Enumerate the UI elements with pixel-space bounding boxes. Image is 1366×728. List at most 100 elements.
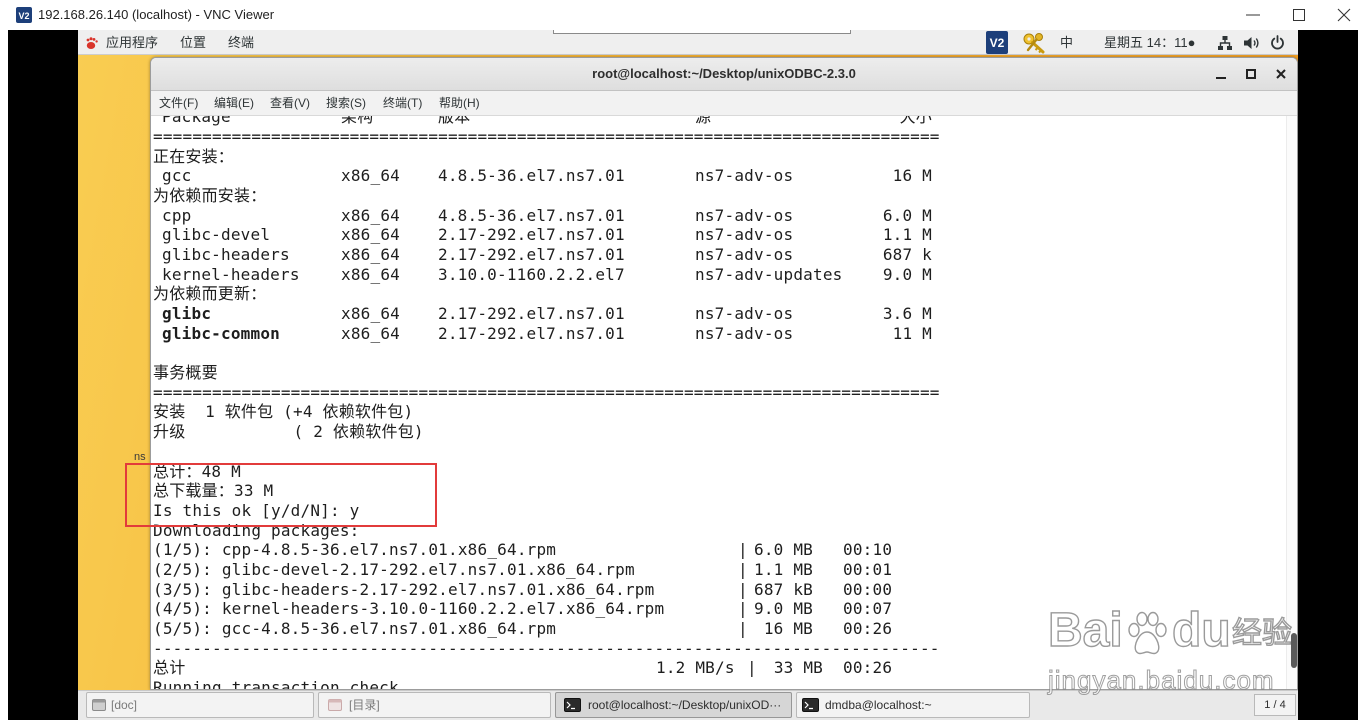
menu-places[interactable]: 位置	[180, 34, 206, 51]
minimize-icon[interactable]	[1240, 5, 1266, 25]
download-time: 00:07	[843, 599, 893, 619]
terminal-maximize-icon[interactable]	[1243, 66, 1259, 82]
menu-terminal[interactable]: 终端	[228, 34, 254, 51]
keys-icon[interactable]	[1021, 31, 1047, 55]
package-size: 9.0 M	[882, 264, 932, 284]
separator-line: ========================================…	[153, 126, 940, 146]
download-total-divider: |	[747, 658, 757, 678]
package-row: glibc-devel x86_64 2.17-292.el7.ns7.01 ns7-…	[153, 225, 1273, 245]
download-time: 00:10	[843, 540, 893, 560]
header-repo: 源	[695, 116, 712, 127]
header-version: 版本	[438, 116, 471, 127]
taskbar-item-directory[interactable]: [目录]	[318, 692, 551, 718]
rows-dep-installing: cpp x86_64 4.8.5-36.el7.ns7.01 ns7-adv-os 6.…	[153, 206, 1273, 285]
watermark-brand-left: Bai	[1047, 603, 1123, 657]
header-size: 大小	[899, 116, 932, 127]
taskbar-item-label: dmdba@localhost:~	[825, 698, 932, 712]
summary-install: 安装 1 软件包 (+4 依赖软件包)	[153, 402, 414, 422]
workspace-switcher[interactable]: 1 / 4	[1254, 694, 1296, 716]
vnc-toolbar-handle[interactable]	[553, 30, 851, 34]
input-method-indicator[interactable]: 中	[1060, 34, 1073, 51]
download-size: 16 MB	[763, 619, 813, 639]
package-size: 6.0 M	[882, 205, 932, 225]
terminal-icon	[564, 698, 581, 712]
vnc-logo-text: V2	[18, 11, 29, 21]
terminal-close-icon[interactable]	[1273, 66, 1289, 82]
rows-dep-updating: glibc x86_64 2.17-292.el7.ns7.01 ns7-adv-os…	[153, 304, 1273, 343]
package-row: kernel-headers x86_64 3.10.0-1160.2.2.el7 n…	[153, 265, 1273, 285]
vnc-logo-icon: V2	[16, 7, 32, 23]
download-file: (2/5): glibc-devel-2.17-292.el7.ns7.01.x…	[153, 559, 635, 579]
package-name: glibc-headers	[162, 244, 290, 264]
menu-view[interactable]: 查看(V)	[270, 96, 310, 111]
network-icon[interactable]	[1217, 35, 1233, 51]
package-repo: ns7-adv-os	[695, 166, 794, 186]
package-repo: ns7-adv-os	[695, 205, 794, 225]
download-row: (2/5): glibc-devel-2.17-292.el7.ns7.01.x…	[153, 560, 1273, 580]
taskbar-item-root-terminal[interactable]: root@localhost:~/Desktop/unixOD···	[555, 692, 792, 718]
menu-terminal-menu[interactable]: 终端(T)	[383, 96, 422, 111]
section-title-dep-installing: 为依赖而安装：	[153, 185, 267, 205]
package-row: gcc x86_64 4.8.5-36.el7.ns7.01 ns7-adv-os 16…	[153, 166, 1273, 186]
package-size: 1.1 M	[882, 225, 932, 245]
download-row: (1/5): cpp-4.8.5-36.el7.ns7.01.x86_64.rp…	[153, 540, 1273, 560]
taskbar-item-dmdba-terminal[interactable]: dmdba@localhost:~	[796, 692, 1030, 718]
taskbar-item-label: [目录]	[349, 698, 380, 712]
desktop-icon-label[interactable]: ns	[134, 451, 146, 463]
download-divider: |	[738, 540, 748, 560]
package-row: cpp x86_64 4.8.5-36.el7.ns7.01 ns7-adv-os 6.…	[153, 206, 1273, 226]
power-icon[interactable]	[1270, 35, 1285, 50]
vnc-tray-icon[interactable]: V2	[986, 31, 1008, 54]
package-size: 687 k	[882, 244, 932, 264]
clock[interactable]: 星期五 14：11●	[1104, 34, 1195, 51]
maximize-icon[interactable]	[1286, 5, 1312, 25]
menu-help[interactable]: 帮助(H)	[439, 96, 480, 111]
baidu-paw-icon	[1124, 610, 1170, 658]
section-title-installing: 正在安装：	[153, 146, 235, 166]
window-icon	[91, 698, 107, 712]
watermark-brand-cn: 经验	[1231, 616, 1292, 650]
package-arch: x86_64	[341, 205, 400, 225]
menu-applications[interactable]: 应用程序	[106, 34, 158, 51]
separator-line: ========================================…	[153, 382, 940, 402]
download-divider: |	[738, 599, 748, 619]
package-arch: x86_64	[341, 225, 400, 245]
package-repo: ns7-adv-os	[695, 244, 794, 264]
menu-search[interactable]: 搜索(S)	[326, 96, 366, 111]
download-size: 9.0 MB	[754, 599, 813, 619]
annotation-box	[125, 463, 437, 527]
download-file: (5/5): gcc-4.8.5-36.el7.ns7.01.x86_64.rp…	[153, 619, 557, 639]
gnome-foot-icon[interactable]	[85, 36, 99, 50]
taskbar-item-doc[interactable]: [doc]	[86, 692, 314, 718]
download-file: (1/5): cpp-4.8.5-36.el7.ns7.01.x86_64.rp…	[153, 540, 557, 560]
download-time: 00:01	[843, 559, 893, 579]
download-row: (3/5): glibc-headers-2.17-292.el7.ns7.01…	[153, 580, 1273, 600]
download-total-label: 总计	[153, 658, 186, 678]
terminal-window[interactable]: root@localhost:~/Desktop/unixODBC-2.3.0 …	[150, 57, 1298, 690]
package-size: 16 M	[892, 166, 932, 186]
terminal-menubar: 文件(F) 编辑(E) 查看(V) 搜索(S) 终端(T) 帮助(H)	[151, 91, 1297, 116]
download-divider: |	[738, 619, 748, 639]
watermark-brand-right: du	[1171, 603, 1231, 657]
download-size: 1.1 MB	[754, 559, 813, 579]
download-total-rate: 1.2 MB/s	[656, 658, 735, 678]
close-icon[interactable]	[1331, 5, 1357, 25]
menu-edit[interactable]: 编辑(E)	[214, 96, 254, 111]
menu-file[interactable]: 文件(F)	[159, 96, 198, 111]
package-row: glibc x86_64 2.17-292.el7.ns7.01 ns7-adv-os…	[153, 304, 1273, 324]
package-name: kernel-headers	[162, 264, 300, 284]
download-total-time: 00:26	[843, 658, 893, 678]
package-name: glibc	[162, 304, 212, 324]
header-package: Package	[162, 116, 231, 127]
package-version: 3.10.0-1160.2.2.el7	[438, 264, 625, 284]
volume-icon[interactable]	[1243, 35, 1261, 51]
terminal-scrollbar[interactable]	[1286, 116, 1297, 689]
vnc-tray-text: V2	[990, 36, 1005, 50]
terminal-titlebar[interactable]: root@localhost:~/Desktop/unixODBC-2.3.0	[151, 58, 1297, 91]
window-title: 192.168.26.140 (localhost) - VNC Viewer	[38, 7, 275, 22]
package-repo: ns7-adv-os	[695, 323, 794, 343]
download-file: (3/5): glibc-headers-2.17-292.el7.ns7.01…	[153, 579, 655, 599]
terminal-minimize-icon[interactable]	[1213, 68, 1229, 84]
vnc-titlebar[interactable]: V2 192.168.26.140 (localhost) - VNC View…	[0, 0, 1366, 30]
